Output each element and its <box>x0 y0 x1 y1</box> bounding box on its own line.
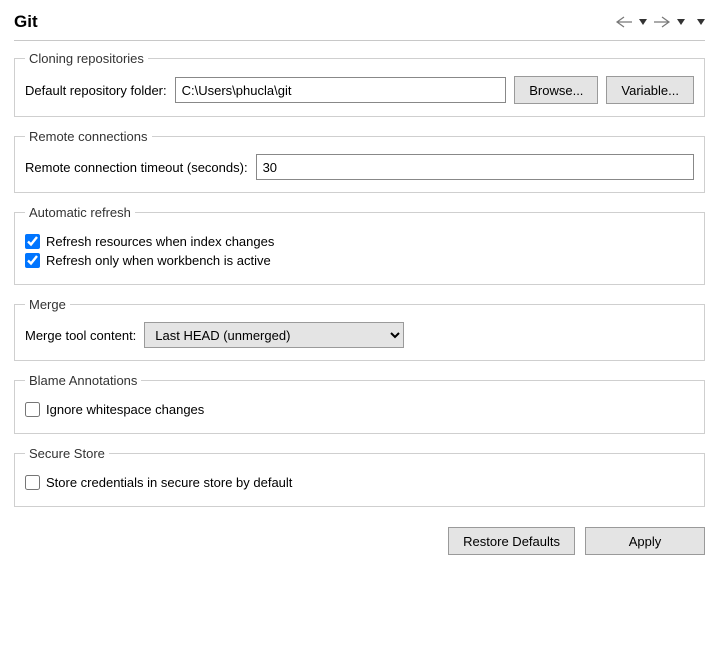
refresh-workbench-checkbox[interactable] <box>25 253 40 268</box>
refresh-legend: Automatic refresh <box>25 205 135 220</box>
secure-group: Secure Store Store credentials in secure… <box>14 446 705 507</box>
ignore-whitespace-checkbox[interactable] <box>25 402 40 417</box>
page-title: Git <box>14 12 38 32</box>
merge-legend: Merge <box>25 297 70 312</box>
blame-group: Blame Annotations Ignore whitespace chan… <box>14 373 705 434</box>
default-repo-input[interactable] <box>175 77 507 103</box>
cloning-legend: Cloning repositories <box>25 51 148 66</box>
restore-defaults-button[interactable]: Restore Defaults <box>448 527 575 555</box>
refresh-workbench-label: Refresh only when workbench is active <box>46 253 271 268</box>
back-icon[interactable] <box>615 15 633 29</box>
refresh-group: Automatic refresh Refresh resources when… <box>14 205 705 285</box>
store-credentials-checkbox[interactable] <box>25 475 40 490</box>
refresh-resources-label: Refresh resources when index changes <box>46 234 274 249</box>
cloning-group: Cloning repositories Default repository … <box>14 51 705 117</box>
merge-group: Merge Merge tool content: Last HEAD (unm… <box>14 297 705 361</box>
store-credentials-label: Store credentials in secure store by def… <box>46 475 292 490</box>
forward-icon[interactable] <box>653 15 671 29</box>
back-menu-icon[interactable] <box>639 19 647 25</box>
merge-tool-select[interactable]: Last HEAD (unmerged) <box>144 322 404 348</box>
default-repo-label: Default repository folder: <box>25 83 167 98</box>
browse-button[interactable]: Browse... <box>514 76 598 104</box>
page-header: Git <box>14 12 705 41</box>
apply-button[interactable]: Apply <box>585 527 705 555</box>
merge-tool-label: Merge tool content: <box>25 328 136 343</box>
secure-legend: Secure Store <box>25 446 109 461</box>
refresh-resources-checkbox[interactable] <box>25 234 40 249</box>
variable-button[interactable]: Variable... <box>606 76 694 104</box>
timeout-input[interactable] <box>256 154 694 180</box>
nav-icons <box>615 15 705 29</box>
ignore-whitespace-label: Ignore whitespace changes <box>46 402 204 417</box>
view-menu-icon[interactable] <box>697 19 705 25</box>
remote-legend: Remote connections <box>25 129 152 144</box>
footer: Restore Defaults Apply <box>0 519 719 569</box>
blame-legend: Blame Annotations <box>25 373 141 388</box>
timeout-label: Remote connection timeout (seconds): <box>25 160 248 175</box>
forward-menu-icon[interactable] <box>677 19 685 25</box>
remote-group: Remote connections Remote connection tim… <box>14 129 705 193</box>
